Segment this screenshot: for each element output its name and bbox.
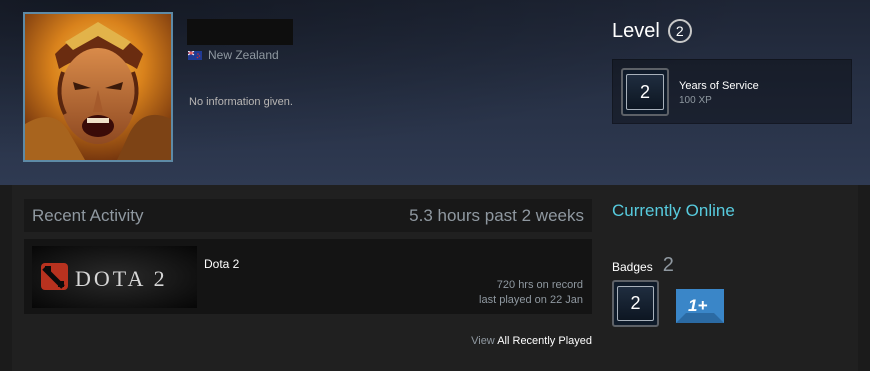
online-status: Currently Online [612, 201, 735, 220]
recent-activity-title: Recent Activity [32, 205, 144, 225]
badge-icon-value: 2 [626, 74, 664, 110]
favorite-badge[interactable]: 2 Years of Service 100 XP [612, 59, 852, 124]
one-plus-badge-icon[interactable]: 1+ [676, 289, 724, 323]
favorite-badge-xp: 100 XP [679, 95, 712, 106]
persona-name-redacted [187, 19, 293, 45]
badge-oneplus-text: 1+ [688, 296, 707, 315]
years-of-service-badge-icon[interactable]: 2 [612, 280, 659, 327]
favorite-badge-title: Years of Service [679, 80, 759, 92]
game-last-played: last played on 22 Jan [479, 294, 583, 306]
profile-summary: No information given. [189, 96, 293, 108]
view-all-link[interactable]: All Recently Played [497, 335, 592, 347]
badges-label[interactable]: Badges [612, 260, 653, 274]
recent-activity-hours: 5.3 hours past 2 weeks [409, 205, 584, 225]
game-capsule-text: DOTA 2 [75, 266, 168, 291]
avatar[interactable] [23, 12, 173, 162]
level-value: 2 [667, 19, 692, 43]
new-zealand-flag-icon [188, 50, 202, 60]
view-all-recently-played[interactable]: View All Recently Played [471, 335, 592, 347]
years-of-service-badge-icon: 2 [621, 68, 669, 116]
level-label: Level [612, 19, 660, 42]
view-all-prefix: View [471, 335, 495, 347]
badge-small-value: 2 [617, 286, 654, 321]
level-display: Level 2 [612, 17, 692, 45]
game-name[interactable]: Dota 2 [204, 257, 239, 271]
game-hours-on-record: 720 hrs on record [496, 279, 583, 291]
location-text: New Zealand [208, 48, 279, 62]
location: New Zealand [188, 48, 279, 62]
recent-game-row[interactable]: DOTA 2 Dota 2 720 hrs on record last pla… [24, 239, 592, 314]
badges-header[interactable]: Badges 2 [612, 254, 674, 276]
avatar-image [25, 14, 171, 160]
dota-2-logo-icon: DOTA 2 [32, 246, 197, 308]
recent-activity-header: Recent Activity 5.3 hours past 2 weeks [24, 199, 592, 232]
game-capsule[interactable]: DOTA 2 [32, 246, 197, 308]
badges-count: 2 [662, 254, 674, 276]
